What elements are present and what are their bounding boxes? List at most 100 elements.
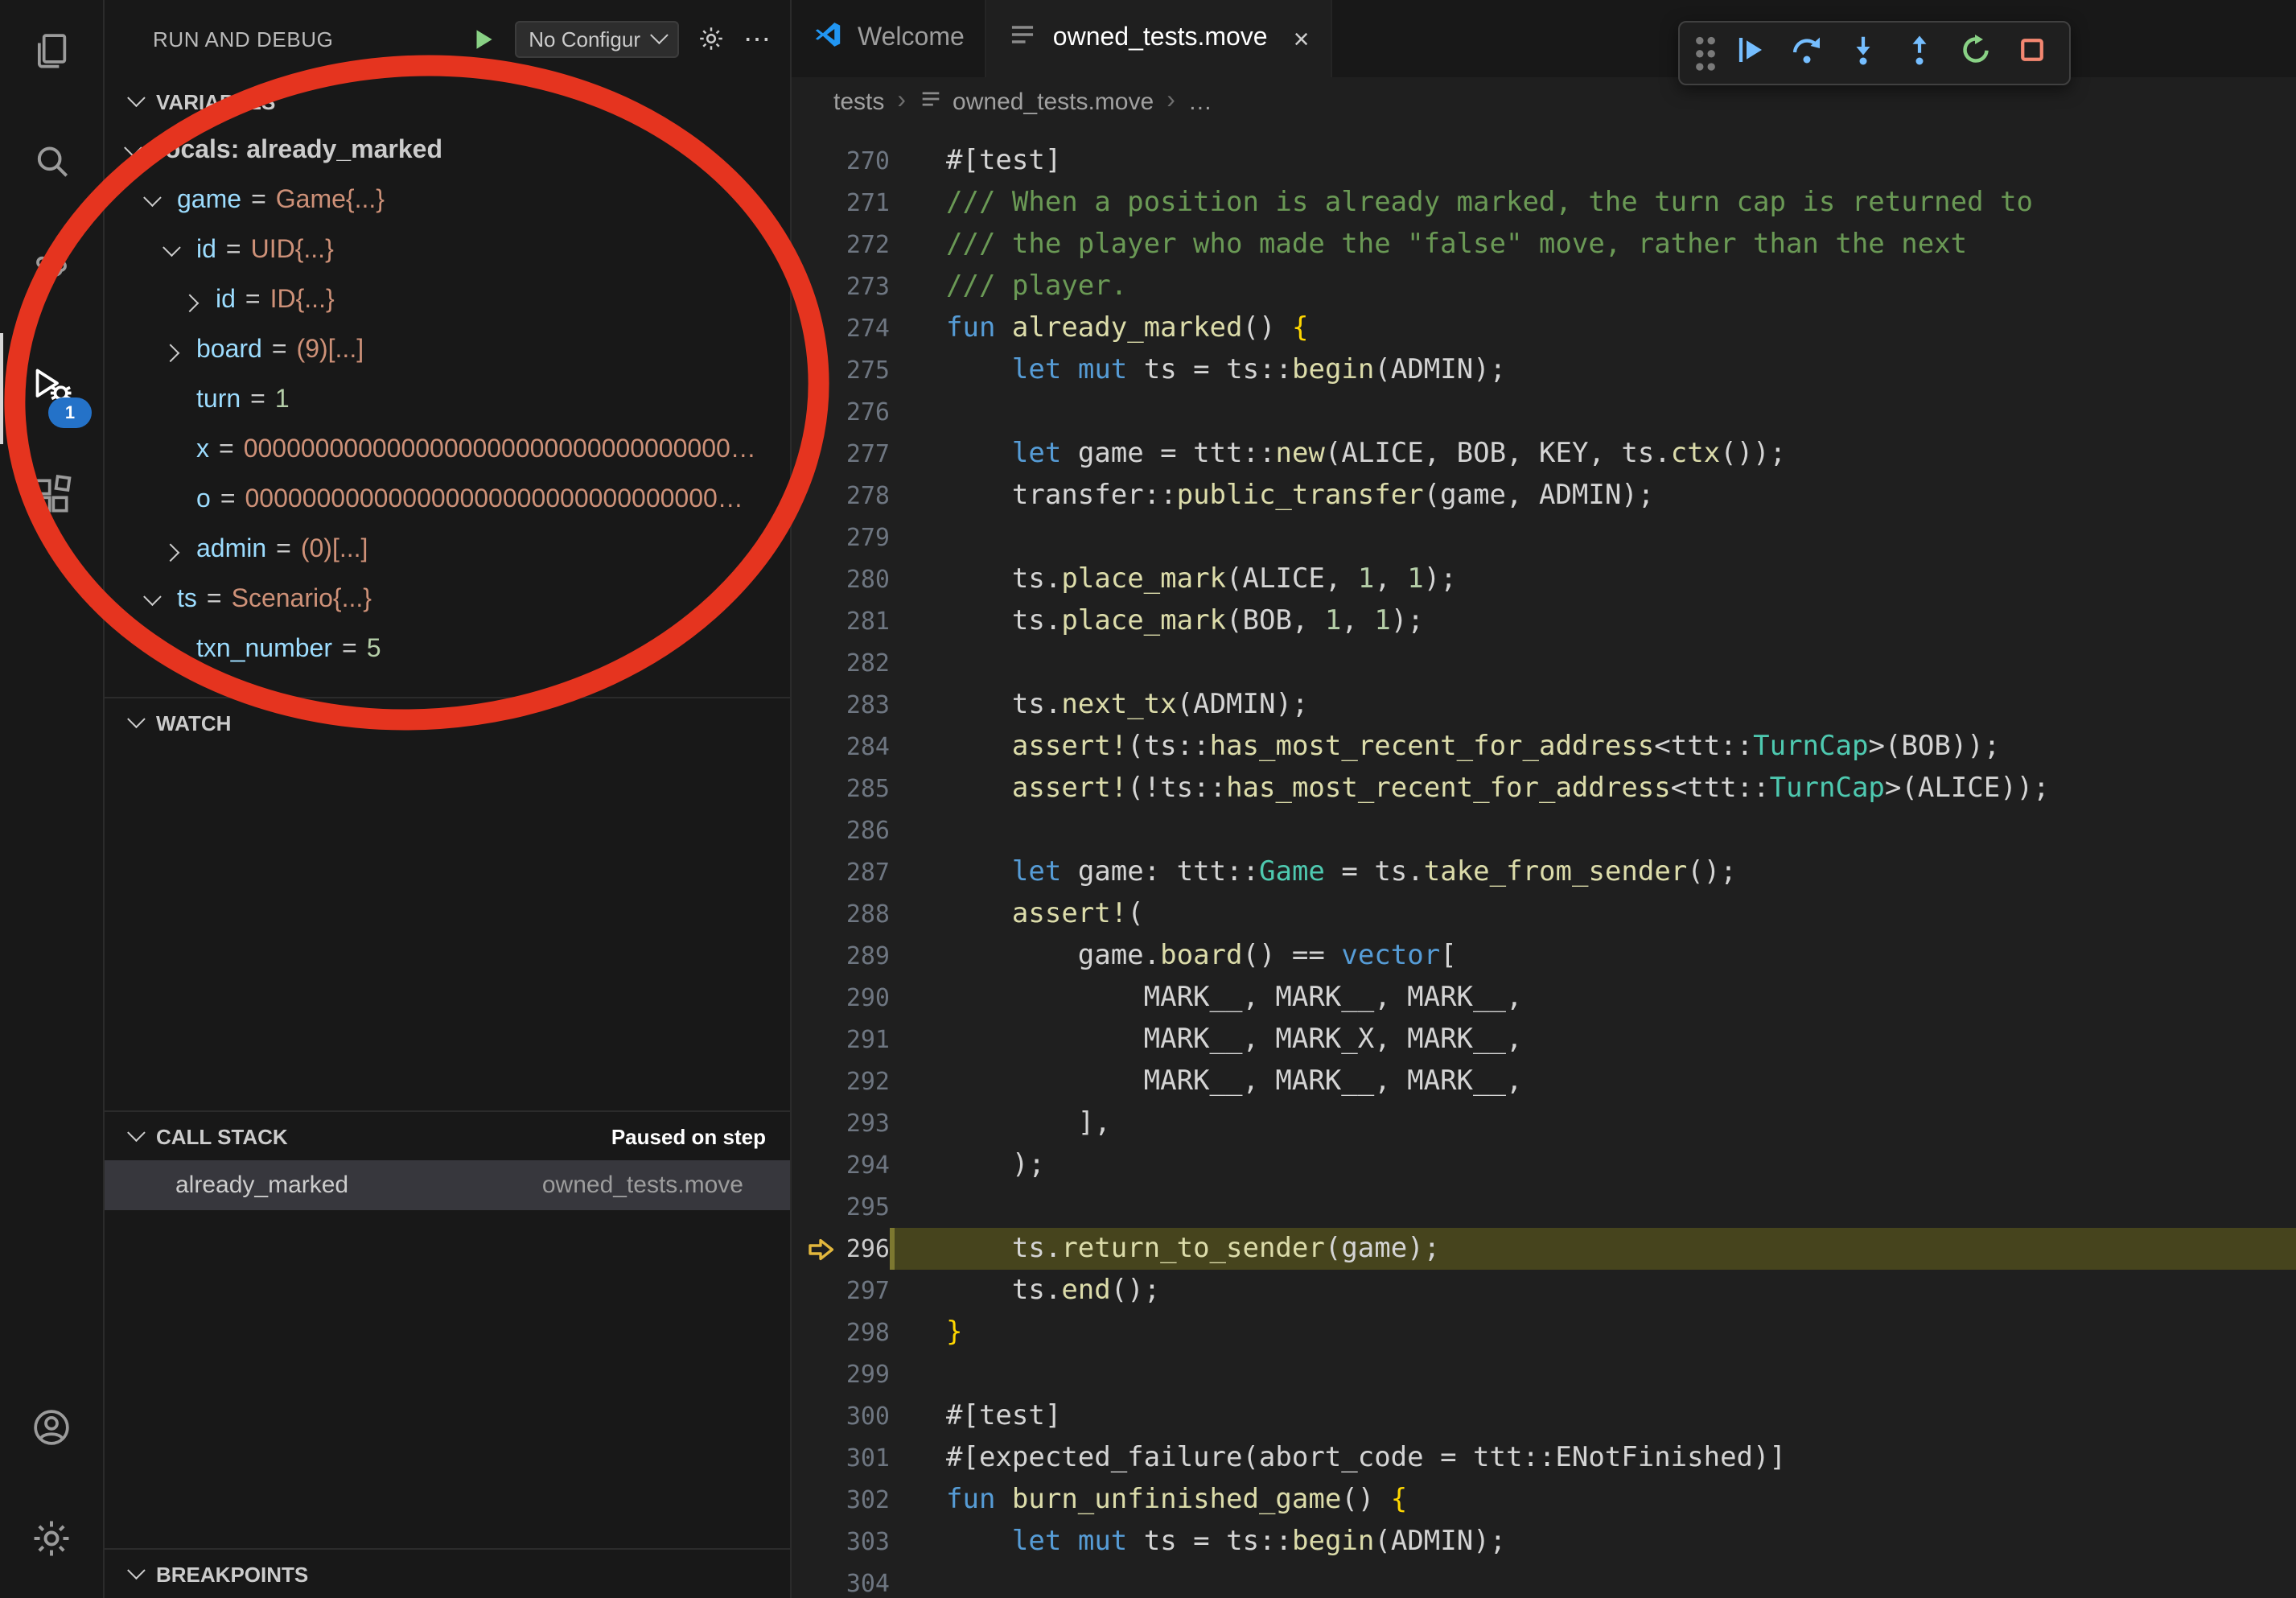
line-number[interactable]: 287 bbox=[792, 851, 890, 893]
line-number[interactable]: 304 bbox=[792, 1563, 890, 1598]
chevron-right-icon[interactable] bbox=[183, 294, 216, 307]
line-number[interactable]: 302 bbox=[792, 1479, 890, 1521]
variable-row-scope[interactable]: locals: already_marked bbox=[103, 126, 790, 175]
activity-item-extensions[interactable] bbox=[0, 444, 103, 555]
step-into-button[interactable] bbox=[1836, 29, 1889, 77]
code-line-270[interactable]: 270#[test] bbox=[792, 140, 2296, 182]
callstack-frame[interactable]: already_markedowned_tests.move bbox=[103, 1160, 790, 1210]
code-line-276[interactable]: 276 bbox=[792, 391, 2296, 433]
chevron-down-icon[interactable] bbox=[125, 144, 158, 157]
code-text[interactable]: ], bbox=[890, 1102, 2296, 1144]
code-text[interactable]: ts.place_mark(BOB, 1, 1); bbox=[890, 600, 2296, 642]
line-number[interactable]: 280 bbox=[792, 558, 890, 600]
activity-item-settings[interactable] bbox=[0, 1487, 103, 1598]
line-number[interactable]: 294 bbox=[792, 1144, 890, 1186]
code-text[interactable]: ts.next_tx(ADMIN); bbox=[890, 684, 2296, 726]
variable-row-admin[interactable]: admin=(0)[...] bbox=[103, 525, 790, 575]
code-text[interactable]: #[test] bbox=[890, 140, 2296, 182]
code-line-288[interactable]: 288 assert!( bbox=[792, 893, 2296, 935]
code-text[interactable]: game.board() == vector[ bbox=[890, 935, 2296, 977]
code-line-289[interactable]: 289 game.board() == vector[ bbox=[792, 935, 2296, 977]
code-line-295[interactable]: 295 bbox=[792, 1186, 2296, 1228]
code-line-292[interactable]: 292 MARK__, MARK__, MARK__, bbox=[792, 1061, 2296, 1102]
code-line-273[interactable]: 273/// player. bbox=[792, 266, 2296, 307]
line-number[interactable]: 303 bbox=[792, 1521, 890, 1563]
line-number[interactable]: 273 bbox=[792, 266, 890, 307]
breadcrumb-item-3[interactable]: … bbox=[1188, 88, 1212, 115]
restart-button[interactable] bbox=[1948, 29, 2002, 77]
code-line-285[interactable]: 285 assert!(!ts::has_most_recent_for_add… bbox=[792, 768, 2296, 809]
line-number[interactable]: 272 bbox=[792, 224, 890, 266]
line-number[interactable]: 283 bbox=[792, 684, 890, 726]
code-line-294[interactable]: 294 ); bbox=[792, 1144, 2296, 1186]
debug-settings-gear-icon[interactable] bbox=[697, 24, 726, 53]
code-line-274[interactable]: 274fun already_marked() { bbox=[792, 307, 2296, 349]
line-number[interactable]: 295 bbox=[792, 1186, 890, 1228]
line-number[interactable]: 288 bbox=[792, 893, 890, 935]
code-text[interactable] bbox=[890, 1563, 2296, 1598]
activity-item-source-control[interactable] bbox=[0, 222, 103, 333]
code-line-277[interactable]: 277 let game = ttt::new(ALICE, BOB, KEY,… bbox=[792, 433, 2296, 475]
activity-item-run-debug[interactable]: 1 bbox=[0, 333, 103, 444]
code-line-280[interactable]: 280 ts.place_mark(ALICE, 1, 1); bbox=[792, 558, 2296, 600]
line-number[interactable]: 270 bbox=[792, 140, 890, 182]
code-text[interactable] bbox=[890, 517, 2296, 558]
code-text[interactable] bbox=[890, 809, 2296, 851]
code-text[interactable]: let game = ttt::new(ALICE, BOB, KEY, ts.… bbox=[890, 433, 2296, 475]
step-over-button[interactable] bbox=[1780, 29, 1833, 77]
code-text[interactable]: fun already_marked() { bbox=[890, 307, 2296, 349]
variable-row-o[interactable]: o=000000000000000000000000000000000… bbox=[103, 475, 790, 525]
code-line-300[interactable]: 300#[test] bbox=[792, 1395, 2296, 1437]
watch-section-header[interactable]: WATCH bbox=[103, 697, 790, 747]
activity-item-explorer[interactable] bbox=[0, 0, 103, 111]
line-number[interactable]: 284 bbox=[792, 726, 890, 768]
variable-row-id[interactable]: id=UID{...} bbox=[103, 225, 790, 275]
code-text[interactable]: transfer::public_transfer(game, ADMIN); bbox=[890, 475, 2296, 517]
line-number[interactable]: 278 bbox=[792, 475, 890, 517]
code-line-302[interactable]: 302fun burn_unfinished_game() { bbox=[792, 1479, 2296, 1521]
line-number[interactable]: 296 bbox=[792, 1228, 890, 1270]
line-number[interactable]: 298 bbox=[792, 1312, 890, 1353]
line-number[interactable]: 290 bbox=[792, 977, 890, 1019]
line-number[interactable]: 282 bbox=[792, 642, 890, 684]
code-line-304[interactable]: 304 bbox=[792, 1563, 2296, 1598]
line-number[interactable]: 271 bbox=[792, 182, 890, 224]
line-number[interactable]: 279 bbox=[792, 517, 890, 558]
line-number[interactable]: 301 bbox=[792, 1437, 890, 1479]
code-line-283[interactable]: 283 ts.next_tx(ADMIN); bbox=[792, 684, 2296, 726]
code-line-271[interactable]: 271/// When a position is already marked… bbox=[792, 182, 2296, 224]
activity-item-search[interactable] bbox=[0, 111, 103, 222]
breakpoints-section-header[interactable]: BREAKPOINTS bbox=[103, 1548, 790, 1598]
stop-button[interactable] bbox=[2005, 29, 2058, 77]
code-text[interactable] bbox=[890, 1186, 2296, 1228]
chevron-right-icon[interactable] bbox=[164, 344, 196, 356]
code-text[interactable]: #[expected_failure(abort_code = ttt::ENo… bbox=[890, 1437, 2296, 1479]
code-line-297[interactable]: 297 ts.end(); bbox=[792, 1270, 2296, 1312]
debug-toolbar-gripper[interactable] bbox=[1691, 34, 1720, 72]
code-text[interactable] bbox=[890, 642, 2296, 684]
code-line-275[interactable]: 275 let mut ts = ts::begin(ADMIN); bbox=[792, 349, 2296, 391]
line-number[interactable]: 299 bbox=[792, 1353, 890, 1395]
step-out-button[interactable] bbox=[1892, 29, 1945, 77]
code-line-290[interactable]: 290 MARK__, MARK__, MARK__, bbox=[792, 977, 2296, 1019]
code-text[interactable] bbox=[890, 391, 2296, 433]
code-text[interactable]: /// the player who made the "false" move… bbox=[890, 224, 2296, 266]
code-text[interactable]: assert!(!ts::has_most_recent_for_address… bbox=[890, 768, 2296, 809]
chevron-right-icon[interactable] bbox=[164, 543, 196, 556]
chevron-down-icon[interactable] bbox=[145, 194, 177, 207]
line-number[interactable]: 286 bbox=[792, 809, 890, 851]
line-number[interactable]: 275 bbox=[792, 349, 890, 391]
code-line-286[interactable]: 286 bbox=[792, 809, 2296, 851]
line-number[interactable]: 293 bbox=[792, 1102, 890, 1144]
line-number[interactable]: 300 bbox=[792, 1395, 890, 1437]
chevron-down-icon[interactable] bbox=[164, 244, 196, 257]
code-text[interactable]: assert!( bbox=[890, 893, 2296, 935]
code-line-279[interactable]: 279 bbox=[792, 517, 2296, 558]
code-text[interactable]: MARK__, MARK__, MARK__, bbox=[890, 1061, 2296, 1102]
code-text[interactable]: MARK__, MARK__, MARK__, bbox=[890, 977, 2296, 1019]
line-number[interactable]: 289 bbox=[792, 935, 890, 977]
code-text[interactable]: ts.end(); bbox=[890, 1270, 2296, 1312]
code-text[interactable]: let mut ts = ts::begin(ADMIN); bbox=[890, 1521, 2296, 1563]
variable-row-ts[interactable]: ts=Scenario{...} bbox=[103, 575, 790, 624]
code-text[interactable]: } bbox=[890, 1312, 2296, 1353]
